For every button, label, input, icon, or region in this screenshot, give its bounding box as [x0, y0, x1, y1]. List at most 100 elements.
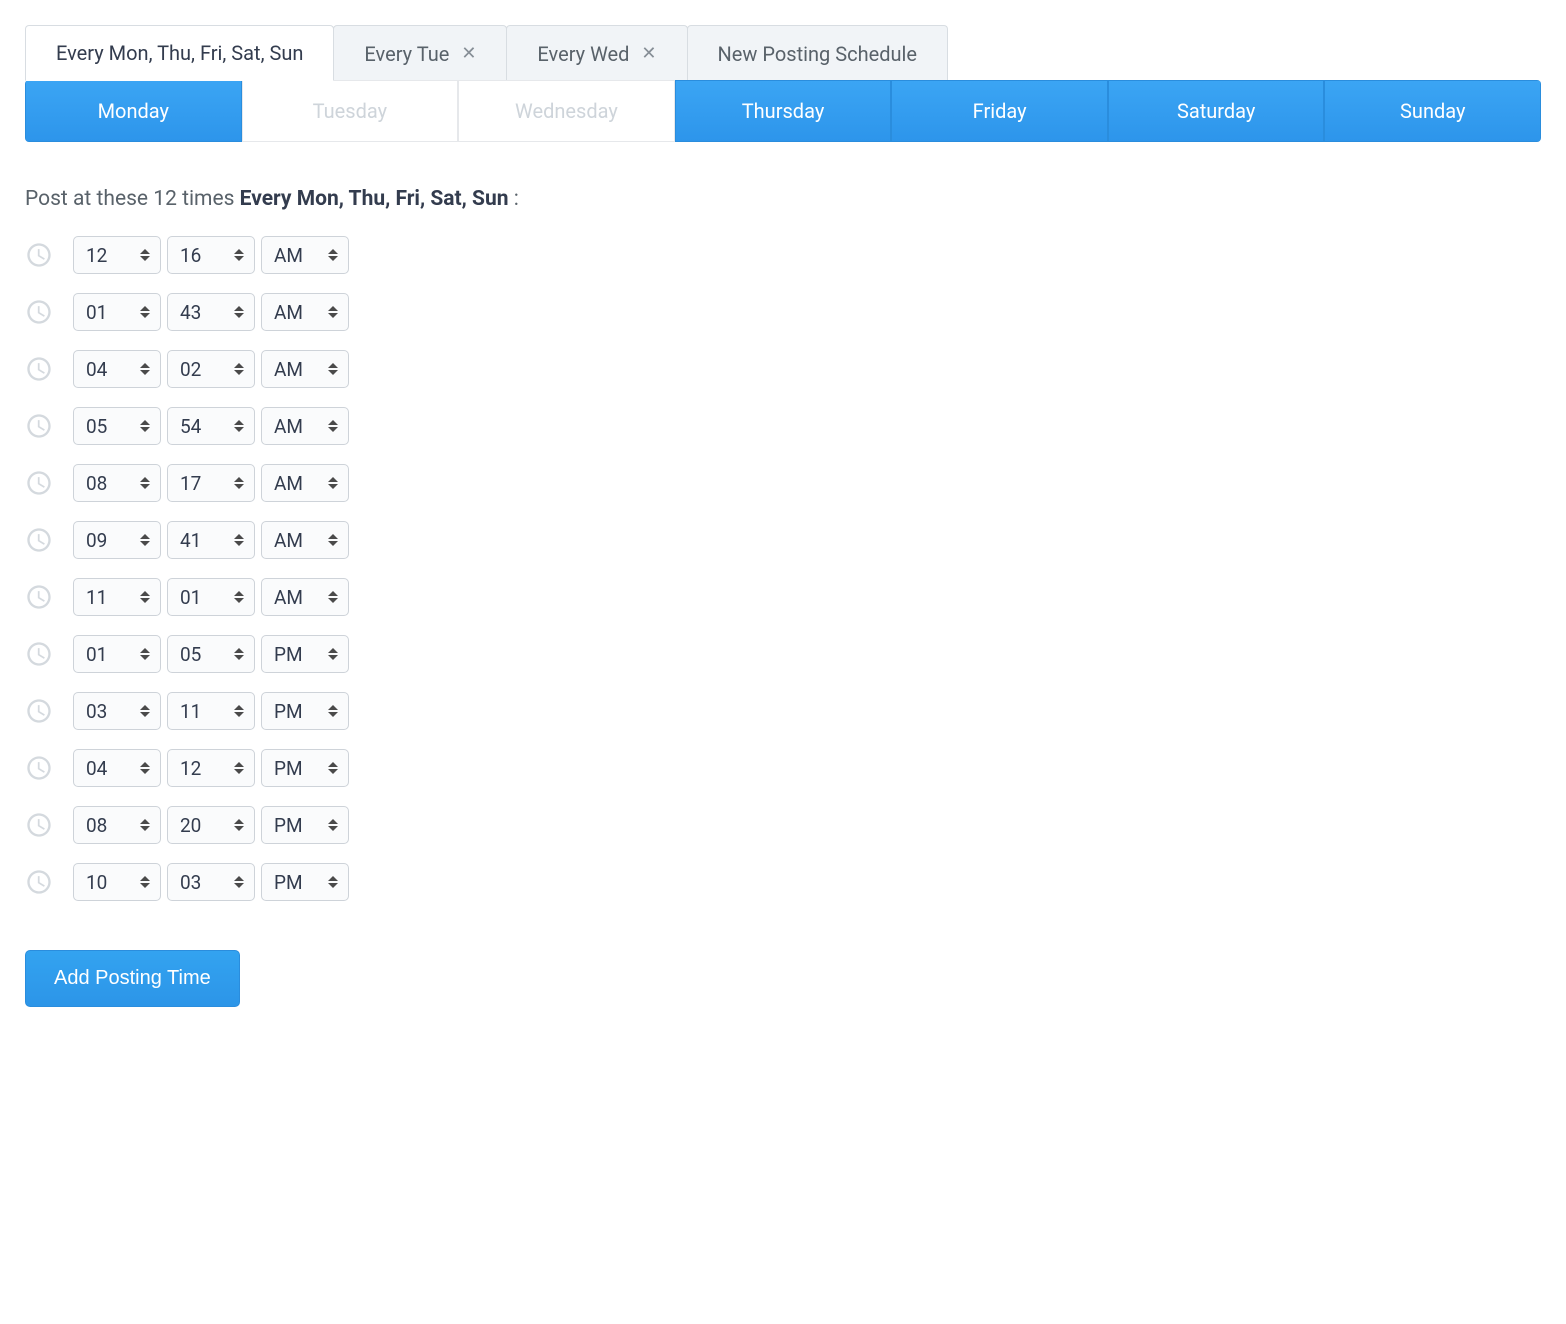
clock-icon	[25, 526, 53, 554]
time-row: 04 12 PM	[25, 749, 1541, 787]
hour-select[interactable]: 01	[73, 635, 161, 673]
minute-select[interactable]: 02	[167, 350, 255, 388]
schedule-tab[interactable]: New Posting Schedule	[687, 25, 948, 81]
minute-select[interactable]: 12	[167, 749, 255, 787]
sort-icon	[140, 304, 150, 320]
sort-icon	[328, 646, 338, 662]
minute-select-value: 03	[180, 871, 201, 894]
sort-icon	[328, 304, 338, 320]
period-select-value: AM	[274, 358, 303, 381]
heading-prefix: Post at these 12 times	[25, 187, 240, 211]
minute-select-value: 01	[180, 586, 201, 609]
minute-select-value: 20	[180, 814, 201, 837]
minute-select[interactable]: 54	[167, 407, 255, 445]
day-tab[interactable]: Tuesday	[242, 80, 459, 142]
day-tab[interactable]: Sunday	[1324, 80, 1541, 142]
schedule-tab[interactable]: Every Wed✕	[506, 25, 687, 81]
sort-icon	[234, 532, 244, 548]
period-select[interactable]: PM	[261, 749, 349, 787]
period-select[interactable]: PM	[261, 692, 349, 730]
period-select-value: PM	[274, 643, 303, 666]
sort-icon	[140, 646, 150, 662]
period-select[interactable]: AM	[261, 464, 349, 502]
hour-select-value: 01	[86, 301, 107, 324]
hour-select[interactable]: 11	[73, 578, 161, 616]
minute-select[interactable]: 43	[167, 293, 255, 331]
day-tab[interactable]: Saturday	[1108, 80, 1325, 142]
period-select-value: PM	[274, 700, 303, 723]
time-row: 0554AM	[25, 407, 1541, 445]
hour-select[interactable]: 09	[73, 521, 161, 559]
minute-select[interactable]: 20	[167, 806, 255, 844]
sort-icon	[234, 817, 244, 833]
period-select[interactable]: AM	[261, 521, 349, 559]
sort-icon	[234, 589, 244, 605]
hour-select-value: 09	[86, 529, 107, 552]
time-row: 01 43AM	[25, 293, 1541, 331]
sort-icon	[234, 703, 244, 719]
hour-select[interactable]: 10	[73, 863, 161, 901]
posting-times-list: 1216AM0143AM0402AM0554AM0817AM0941AM1101…	[25, 236, 1541, 901]
hour-select[interactable]: 04	[73, 749, 161, 787]
sort-icon	[328, 418, 338, 434]
time-row: 0817AM	[25, 464, 1541, 502]
clock-icon	[25, 583, 53, 611]
time-row: 09 41 AM	[25, 521, 1541, 559]
sort-icon	[140, 247, 150, 263]
hour-select[interactable]: 01	[73, 293, 161, 331]
close-icon[interactable]: ✕	[641, 45, 656, 63]
minute-select[interactable]: 05	[167, 635, 255, 673]
minute-select-value: 16	[180, 244, 201, 267]
period-select[interactable]: AM	[261, 578, 349, 616]
sort-icon	[328, 874, 338, 890]
clock-icon	[25, 241, 53, 269]
sort-icon	[140, 703, 150, 719]
sort-icon	[234, 361, 244, 377]
schedule-tab-label: New Posting Schedule	[718, 42, 917, 66]
hour-select[interactable]: 05	[73, 407, 161, 445]
day-tab[interactable]: Thursday	[675, 80, 892, 142]
day-tab[interactable]: Friday	[891, 80, 1108, 142]
hour-select[interactable]: 08	[73, 464, 161, 502]
period-select[interactable]: AM	[261, 350, 349, 388]
sort-icon	[328, 361, 338, 377]
close-icon[interactable]: ✕	[461, 45, 476, 63]
period-select-value: PM	[274, 814, 303, 837]
period-select[interactable]: PM	[261, 863, 349, 901]
sort-icon	[328, 589, 338, 605]
schedule-tab[interactable]: Every Tue✕	[333, 25, 507, 81]
hour-select[interactable]: 04	[73, 350, 161, 388]
hour-select[interactable]: 12	[73, 236, 161, 274]
sort-icon	[328, 532, 338, 548]
period-select[interactable]: AM	[261, 293, 349, 331]
time-row: 10 03 PM	[25, 863, 1541, 901]
minute-select[interactable]: 01	[167, 578, 255, 616]
minute-select[interactable]: 16	[167, 236, 255, 274]
minute-select-value: 12	[180, 757, 201, 780]
day-tab[interactable]: Monday	[25, 80, 242, 142]
minute-select[interactable]: 11	[167, 692, 255, 730]
period-select-value: AM	[274, 529, 303, 552]
minute-select[interactable]: 41	[167, 521, 255, 559]
clock-icon	[25, 412, 53, 440]
sort-icon	[140, 418, 150, 434]
clock-icon	[25, 298, 53, 326]
period-select[interactable]: PM	[261, 635, 349, 673]
period-select[interactable]: PM	[261, 806, 349, 844]
day-tab[interactable]: Wednesday	[458, 80, 675, 142]
hour-select[interactable]: 08	[73, 806, 161, 844]
schedule-tab[interactable]: Every Mon, Thu, Fri, Sat, Sun	[25, 25, 334, 81]
sort-icon	[140, 361, 150, 377]
hour-select-value: 01	[86, 643, 107, 666]
add-posting-time-button[interactable]: Add Posting Time	[25, 950, 240, 1007]
sort-icon	[328, 247, 338, 263]
period-select[interactable]: AM	[261, 236, 349, 274]
minute-select[interactable]: 03	[167, 863, 255, 901]
minute-select[interactable]: 17	[167, 464, 255, 502]
period-select[interactable]: AM	[261, 407, 349, 445]
clock-icon	[25, 469, 53, 497]
clock-icon	[25, 640, 53, 668]
hour-select[interactable]: 03	[73, 692, 161, 730]
time-row: 01 05 PM	[25, 635, 1541, 673]
sort-icon	[140, 475, 150, 491]
